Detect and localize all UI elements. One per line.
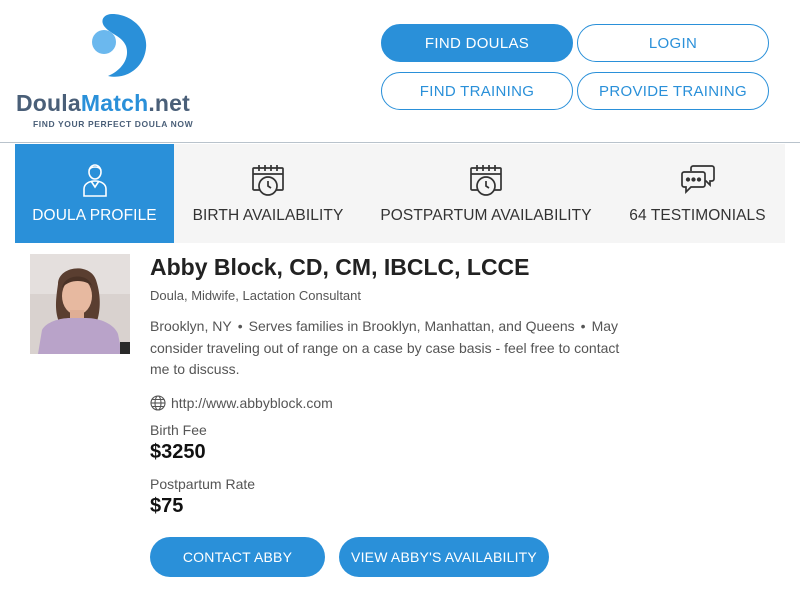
tab-label: POSTPARTUM AVAILABILITY xyxy=(380,207,592,224)
tab-birth-availability[interactable]: BIRTH AVAILABILITY xyxy=(174,144,362,243)
find-training-button[interactable]: FIND TRAINING xyxy=(381,72,573,110)
globe-icon xyxy=(150,395,166,411)
doula-roles: Doula, Midwife, Lactation Consultant xyxy=(150,288,362,303)
birth-fee-value: $3250 xyxy=(150,441,206,463)
avatar-photo xyxy=(30,254,130,354)
separator-dot: • xyxy=(580,318,586,334)
logo-tagline: FIND YOUR PERFECT DOULA NOW xyxy=(33,119,194,129)
postpartum-rate-label: Postpartum Rate xyxy=(150,476,256,492)
doulamatch-logo[interactable]: DoulaMatch.net FIND YOUR PERFECT DOULA N… xyxy=(16,10,226,134)
login-button[interactable]: LOGIN xyxy=(577,24,769,62)
site-header: DoulaMatch.net FIND YOUR PERFECT DOULA N… xyxy=(0,0,800,143)
separator-dot: • xyxy=(237,318,243,334)
service-area-text: Serves families in Brooklyn, Manhattan, … xyxy=(248,318,575,334)
logo-mark-icon xyxy=(92,14,147,77)
profile-tabs: DOULA PROFILE BIRTH AVAILABILITY POSTPAR… xyxy=(15,144,785,243)
contact-button[interactable]: CONTACT ABBY xyxy=(150,537,325,577)
website-link[interactable]: http://www.abbyblock.com xyxy=(150,395,333,411)
calendar-clock-icon xyxy=(252,165,284,196)
tab-label: 64 TESTIMONIALS xyxy=(629,207,766,224)
tab-doula-profile[interactable]: DOULA PROFILE xyxy=(15,144,174,243)
tab-label: BIRTH AVAILABILITY xyxy=(192,207,344,224)
calendar-clock-icon xyxy=(470,165,502,196)
view-availability-button[interactable]: VIEW ABBY'S AVAILABILITY xyxy=(339,537,549,577)
logo-wordmark: DoulaMatch.net xyxy=(16,90,191,116)
service-location: Brooklyn, NY • Serves families in Brooklyn… xyxy=(150,316,640,381)
tab-testimonials[interactable]: 64 TESTIMONIALS xyxy=(610,144,785,243)
birth-fee-label: Birth Fee xyxy=(150,422,207,438)
doula-avatar xyxy=(30,254,130,354)
tab-postpartum-availability[interactable]: POSTPARTUM AVAILABILITY xyxy=(362,144,610,243)
find-doulas-button[interactable]: FIND DOULAS xyxy=(381,24,573,62)
provide-training-button[interactable]: PROVIDE TRAINING xyxy=(577,72,769,110)
person-icon xyxy=(82,164,107,197)
chat-bubbles-icon xyxy=(680,165,715,195)
tab-label: DOULA PROFILE xyxy=(32,207,157,224)
postpartum-rate-value: $75 xyxy=(150,495,184,517)
city-text: Brooklyn, NY xyxy=(150,318,232,334)
website-url[interactable]: http://www.abbyblock.com xyxy=(171,395,333,411)
doula-name: Abby Block, CD, CM, IBCLC, LCCE xyxy=(150,254,530,280)
